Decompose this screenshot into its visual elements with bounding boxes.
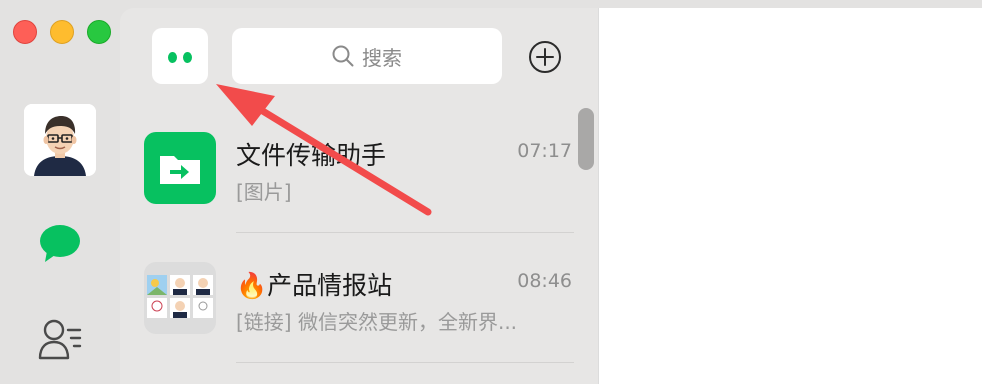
window-maximize-button[interactable] <box>87 20 111 44</box>
conversation-pane <box>598 8 982 384</box>
divider <box>236 362 574 363</box>
divider <box>236 232 574 233</box>
mini-program-icon <box>168 52 177 63</box>
file-transfer-icon <box>144 132 216 204</box>
chat-preview: [图片] <box>236 180 292 204</box>
chat-preview: [链接] 微信突然更新，全新界... <box>236 310 518 334</box>
group-avatar-grid <box>144 262 216 334</box>
window-close-button[interactable] <box>13 20 37 44</box>
chat-list-item[interactable]: 文件传输助手 07:17 [图片] <box>144 132 574 208</box>
mini-program-button[interactable] <box>152 28 208 84</box>
window-minimize-button[interactable] <box>50 20 74 44</box>
chat-name: 🔥产品情报站 <box>236 271 393 300</box>
chat-time: 07:17 <box>517 140 572 162</box>
sidebar <box>0 0 120 384</box>
chat-time: 08:46 <box>517 270 572 292</box>
avatar-illustration <box>24 104 96 176</box>
search-icon <box>332 45 354 67</box>
search-input[interactable]: 搜索 <box>232 28 502 84</box>
chat-list-panel: 搜索 文件传输助手 07:17 [图片] 🔥产品情报站 08:46 [链接] 微… <box>120 8 598 384</box>
scrollbar-thumb[interactable] <box>578 108 594 170</box>
search-placeholder: 搜索 <box>362 45 402 70</box>
chat-name: 文件传输助手 <box>236 141 387 170</box>
chat-bubble-icon[interactable] <box>39 224 81 264</box>
contacts-icon[interactable] <box>38 318 84 360</box>
plus-circle-icon[interactable] <box>528 40 562 74</box>
mini-program-icon <box>183 52 192 63</box>
chat-list-item[interactable]: 🔥产品情报站 08:46 [链接] 微信突然更新，全新界... <box>144 262 574 338</box>
user-avatar[interactable] <box>24 104 96 176</box>
